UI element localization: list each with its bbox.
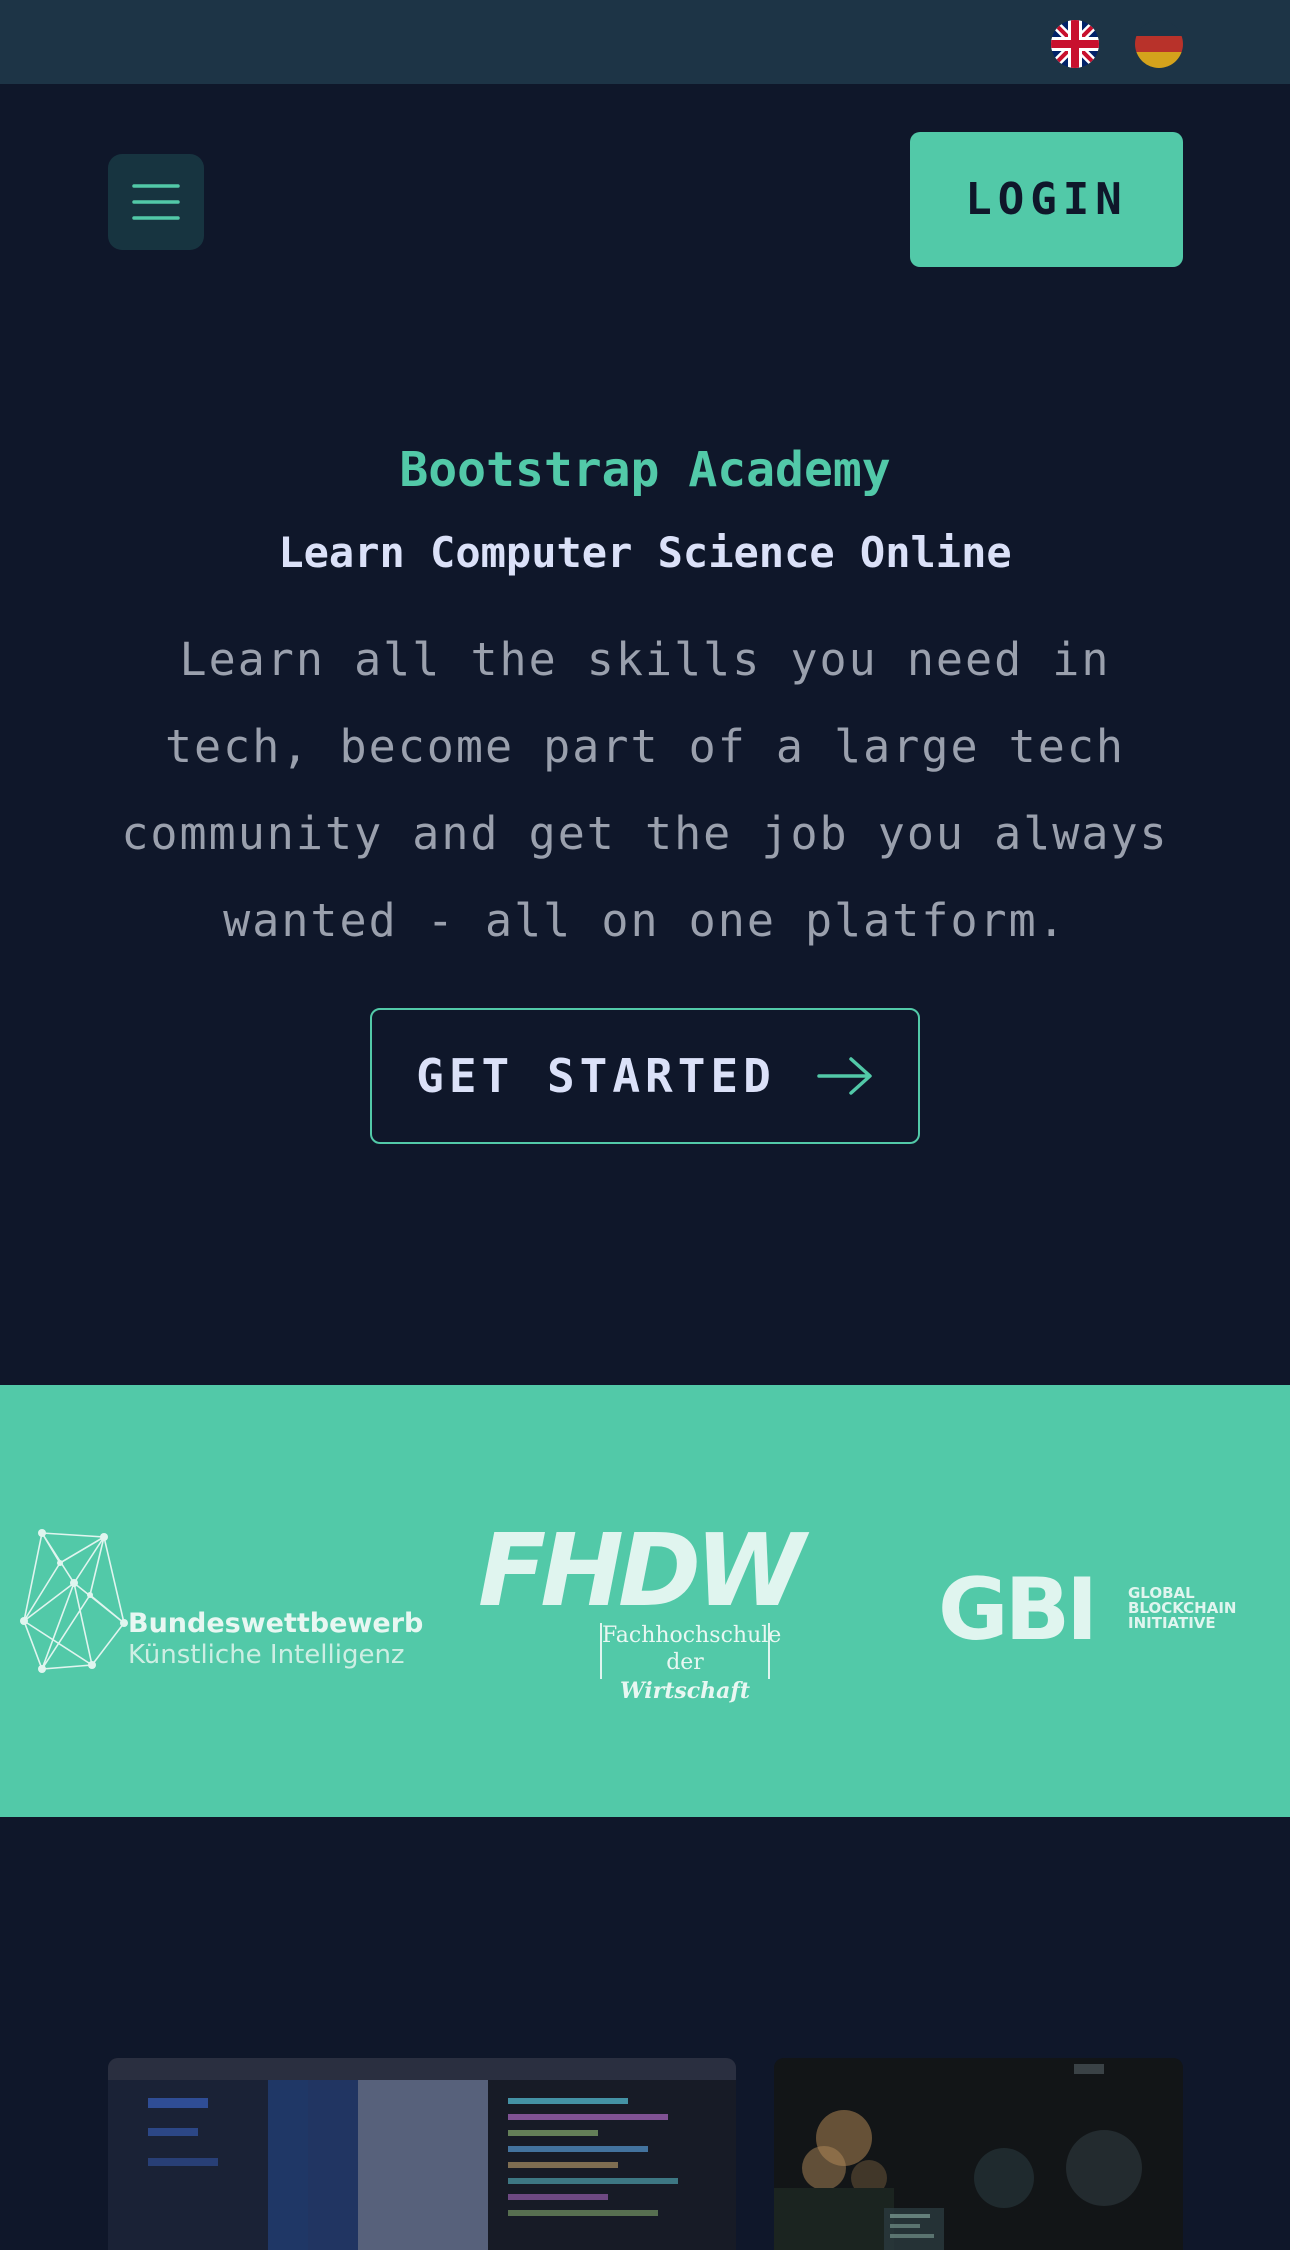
hero-subtitle: Learn Computer Science Online <box>278 528 1012 577</box>
bwki-name-line2: Künstliche Intelligenz <box>128 1640 405 1670</box>
germany-flag-icon[interactable] <box>1135 20 1183 68</box>
brand-title: Bootstrap Academy <box>399 442 891 498</box>
gbi-wordmark: GBI <box>938 1560 1098 1660</box>
gbi-tagline: GLOBAL BLOCKCHAIN INITIATIVE <box>1128 1584 1237 1632</box>
fhdw-wordmark: FHDW <box>478 1512 805 1629</box>
partners-band: Bundeswettbewerb Künstliche Intelligenz … <box>0 1385 1290 1817</box>
people-at-computer-photo <box>774 2058 1183 2250</box>
language-bar <box>0 0 1290 84</box>
uk-flag-icon[interactable] <box>1051 20 1099 68</box>
neural-network-icon <box>20 1529 128 1673</box>
hero-description: Learn all the skills you need in tech, b… <box>121 633 1169 947</box>
course-card-image-community[interactable] <box>774 2058 1183 2250</box>
fhdw-subtitle: Fachhochschule der Wirtschaft <box>600 1623 782 1704</box>
fhdw-subtitle-line2: der Wirtschaft <box>619 1650 751 1704</box>
fhdw-subtitle-line1: Fachhochschule <box>602 1623 782 1648</box>
get-started-label: GET STARTED <box>416 1049 776 1103</box>
course-card-image-code[interactable] <box>108 2058 736 2250</box>
get-started-button[interactable]: GET STARTED <box>370 1008 920 1144</box>
bwki-name-line1: Bundeswettbewerb <box>128 1608 424 1639</box>
hamburger-menu-button[interactable] <box>108 154 204 250</box>
gbi-logo[interactable]: GBI GLOBAL BLOCKCHAIN INITIATIVE <box>938 1560 1270 1660</box>
login-button[interactable]: LOGIN <box>910 132 1183 267</box>
arrow-right-icon <box>817 1057 872 1095</box>
bwki-logo[interactable]: Bundeswettbewerb Künstliche Intelligenz <box>20 1525 423 1675</box>
code-editor-photo <box>108 2058 736 2250</box>
fhdw-logo[interactable]: FHDW Fachhochschule der Wirtschaft <box>478 1512 813 1705</box>
hamburger-menu-icon <box>132 184 180 220</box>
